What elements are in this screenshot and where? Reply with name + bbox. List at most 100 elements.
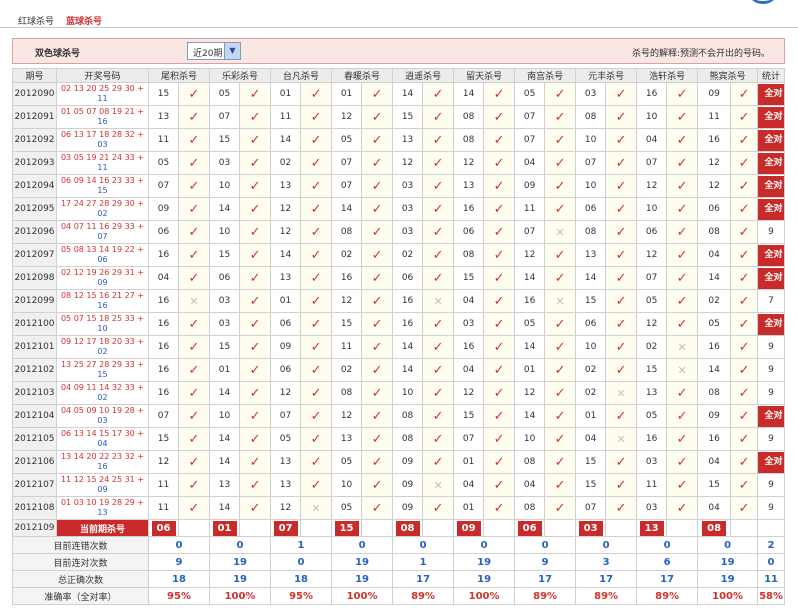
kill-number: 13 [270,266,302,290]
check-icon: ✓ [239,289,272,313]
issue-number: 2012093 [12,151,57,175]
blue-ball: 04 [97,439,108,448]
check-icon: ✓ [177,266,211,290]
kill-number: 08 [453,243,485,267]
kill-number: 13 [148,105,179,129]
check-icon: ✓ [483,381,516,405]
check-icon: ✓ [544,243,577,267]
kill-number: 06 [636,220,668,244]
check-icon: ✓ [544,335,577,359]
check-mark-icon: ✓ [738,339,750,355]
kill-number: 06 [148,220,179,244]
check-mark-icon: ✓ [188,132,200,148]
check-icon: ✓ [422,82,455,106]
check-icon: ✓ [177,197,211,221]
current-kill-cell: 07 [270,519,302,537]
current-kill-label: 当前期杀号 [56,519,149,537]
chevron-down-icon[interactable]: ▼ [224,43,240,59]
check-mark-icon: ✓ [249,247,261,263]
kill-number: 14 [697,266,732,290]
check-icon: ✓ [239,427,272,451]
summary-row: 目前连对次数 9 19 0 19 1 19 9 3 6 19 0 [12,553,785,571]
check-mark-icon: ✓ [249,178,261,194]
empty-cell [757,519,785,537]
summary-value: 0 [453,536,516,554]
kill-number: 05 [636,289,668,313]
red-balls: 02 12 19 26 29 31 + [60,268,145,277]
kill-number: 07 [514,220,546,244]
kill-number: 15 [331,312,363,336]
check-icon: ✓ [666,289,699,313]
kill-number: 14 [209,197,241,221]
check-mark-icon: ✓ [615,339,627,355]
draw-numbers: 11 12 15 24 25 31 +09 [56,473,149,497]
check-mark-icon: ✓ [188,224,200,240]
check-mark-icon: ✓ [554,408,566,424]
summary-value: 17 [514,570,577,588]
kill-number: 13 [270,473,302,497]
tab-red-ball-kill[interactable]: 红球杀号 [18,14,54,27]
current-kill-number: 06 [517,520,542,536]
current-kill-number: 09 [456,520,481,536]
all-correct-badge: 全对 [758,244,784,266]
check-mark-icon: ✓ [554,500,566,516]
kill-number: 16 [636,427,668,451]
check-mark-icon: ✓ [493,201,505,217]
kill-number: 13 [453,174,485,198]
check-icon: ✓ [300,358,333,382]
kill-number: 11 [148,128,179,152]
check-mark-icon: ✓ [676,201,688,217]
check-mark-icon: ✓ [310,431,322,447]
check-mark-icon: ✓ [249,408,261,424]
check-icon: ✓ [605,450,638,474]
check-icon: ✓ [361,312,394,336]
check-icon: ✓ [361,289,394,313]
summary-value: 17 [575,570,638,588]
check-mark-icon: ✓ [310,109,322,125]
check-icon: ✓ [605,128,638,152]
summary-row: 目前连错次数 0 0 1 0 0 0 0 0 0 0 2 [12,536,785,554]
check-mark-icon: ✓ [493,339,505,355]
check-icon: ✓ [605,312,638,336]
check-mark-icon: ✓ [738,362,750,378]
check-icon: ✓ [239,312,272,336]
check-icon: ✓ [730,335,759,359]
check-icon: ✓ [422,151,455,175]
check-icon: ✓ [544,197,577,221]
current-kill-number: 15 [334,520,359,536]
kill-number: 10 [392,381,424,405]
check-icon: ✓ [300,404,333,428]
issue-number: 2012096 [12,220,57,244]
check-icon: ✓ [544,381,577,405]
check-mark-icon: ✓ [615,270,627,286]
period-select[interactable]: 近20期 ▼ [187,42,241,60]
kill-number: 01 [575,404,607,428]
summary-value: 1 [270,536,333,554]
tab-blue-ball-kill[interactable]: 蓝球杀号 [66,14,102,27]
kill-number: 07 [636,266,668,290]
check-mark-icon: ✓ [493,86,505,102]
summary-value: 89% [514,587,577,605]
kill-number: 01 [514,358,546,382]
check-icon: ✓ [544,450,577,474]
kill-number: 06 [575,312,607,336]
toolbar: 双色球杀号 近20期 ▼ 杀号的解释:预测不会开出的号码。 [12,38,785,64]
check-icon: ✓ [483,151,516,175]
red-balls: 17 24 27 28 29 30 + [60,199,145,208]
check-mark-icon: ✓ [554,201,566,217]
check-icon: ✓ [730,496,759,520]
check-mark-icon: ✓ [188,385,200,401]
check-icon: ✓ [300,82,333,106]
check-icon: ✓ [422,427,455,451]
column-header: 熊宾杀号 [697,68,759,83]
check-mark-icon: ✓ [310,316,322,332]
check-mark-icon: ✓ [371,431,383,447]
check-mark-icon: ✓ [310,132,322,148]
check-icon: ✓ [730,128,759,152]
check-icon: ✓ [239,151,272,175]
table-row: 2012105 06 13 14 15 17 30 +04 15 ✓ 14 ✓ 05 ✓ 13 ✓… [12,427,785,451]
check-mark-icon: ✓ [554,477,566,493]
check-mark-icon: ✓ [554,86,566,102]
kill-number: 12 [331,404,363,428]
check-icon: ✓ [730,473,759,497]
